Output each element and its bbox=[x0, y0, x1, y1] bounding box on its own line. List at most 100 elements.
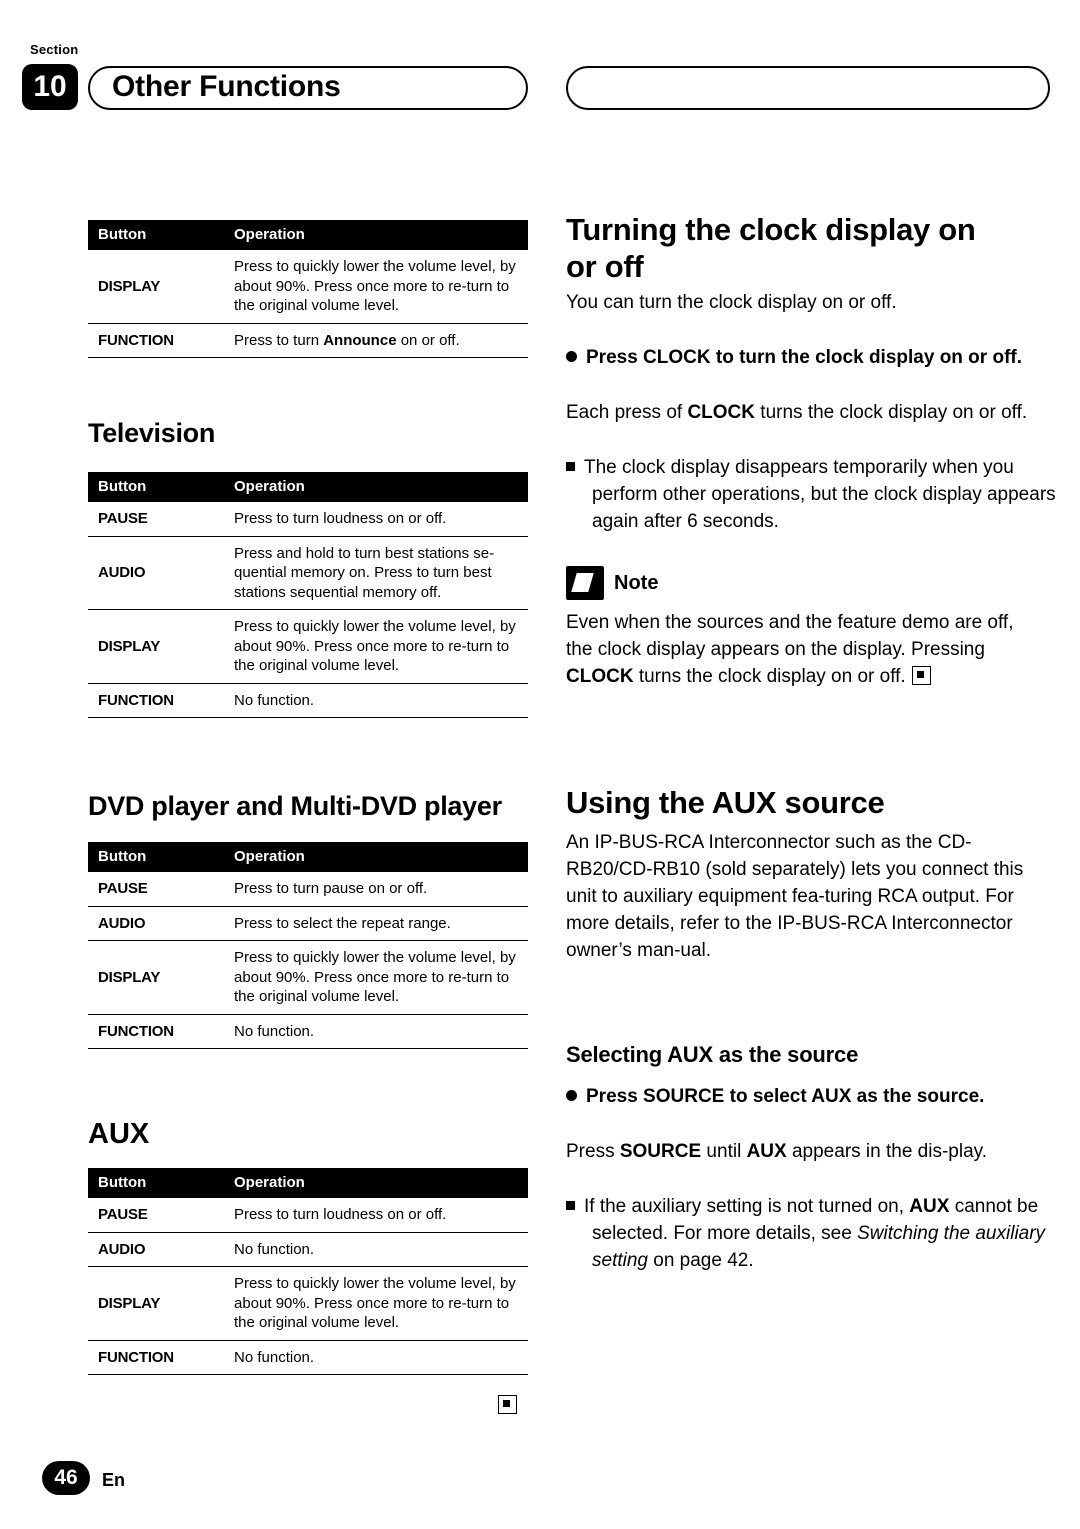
clock-body-text: Each press of CLOCK turns the clock disp… bbox=[566, 400, 1036, 427]
clock-bullet-text: Press CLOCK to turn the clock display on… bbox=[586, 347, 1022, 368]
table-row: FUNCTION Press to turn Announce on or of… bbox=[88, 323, 528, 358]
page-number-badge: 46 bbox=[42, 1461, 90, 1495]
aux-line-pre: Press bbox=[566, 1141, 620, 1162]
column-header-button: Button bbox=[88, 842, 224, 872]
cell-operation: Press to quickly lower the volume level,… bbox=[224, 1266, 528, 1341]
note-body-text: Even when the sources and the feature de… bbox=[566, 610, 1036, 691]
square-bullet-icon bbox=[566, 1201, 575, 1210]
table-aux: Button Operation PAUSE Press to turn lou… bbox=[88, 1168, 528, 1375]
table-television: Button Operation PAUSE Press to turn lou… bbox=[88, 472, 528, 718]
clock-bullet-instruction: Press CLOCK to turn the clock display on… bbox=[566, 345, 1026, 371]
aux-line-bold-aux: AUX bbox=[746, 1141, 787, 1162]
table-row: AUDIO Press to select the repeat range. bbox=[88, 906, 528, 941]
cell-operation: Press to turn Announce on or off. bbox=[224, 323, 528, 358]
note-label: Note bbox=[614, 571, 659, 594]
column-header-button: Button bbox=[88, 1168, 224, 1198]
cell-operation: Press to quickly lower the volume level,… bbox=[224, 609, 528, 684]
aux-press-source-line: Press SOURCE until AUX appears in the di… bbox=[566, 1139, 1036, 1166]
page-title: Other Functions bbox=[112, 70, 341, 103]
table-row: DISPLAY Press to quickly lower the volum… bbox=[88, 940, 528, 1015]
cell-operation: Press to turn pause on or off. bbox=[224, 872, 528, 907]
cell-operation: Press to quickly lower the volume level,… bbox=[224, 940, 528, 1015]
heading-dvd-player: DVD player and Multi-DVD player bbox=[88, 791, 502, 821]
cell-operation: No function. bbox=[224, 683, 528, 718]
aux-line-post: appears in the dis-play. bbox=[786, 1141, 988, 1162]
aux-bullet-instruction: Press SOURCE to select AUX as the source… bbox=[566, 1084, 1036, 1110]
cell-button: FUNCTION bbox=[88, 683, 224, 718]
aux-sq-pre: If the auxiliary setting is not turned o… bbox=[584, 1196, 910, 1217]
clock-intro-text: You can turn the clock display on or off… bbox=[566, 292, 897, 313]
table-header-row: Button Operation bbox=[88, 472, 528, 502]
cell-button: DISPLAY bbox=[88, 1266, 224, 1341]
table-row: FUNCTION No function. bbox=[88, 1340, 528, 1375]
heading-turning-clock-display: Turning the clock display on or off bbox=[566, 212, 976, 284]
section-end-mark bbox=[498, 1395, 517, 1414]
cell-operation: Press to quickly lower the volume level,… bbox=[224, 250, 528, 324]
note-callout: Note bbox=[566, 566, 658, 600]
cell-button: PAUSE bbox=[88, 872, 224, 907]
table-dvd-player: Button Operation PAUSE Press to turn pau… bbox=[88, 842, 528, 1049]
cell-operation: Press to select the repeat range. bbox=[224, 906, 528, 941]
cell-operation: No function. bbox=[224, 1340, 528, 1375]
clock-square-note: The clock display disappears temporarily… bbox=[566, 455, 1062, 536]
cell-button: AUDIO bbox=[88, 536, 224, 610]
cell-button: AUDIO bbox=[88, 906, 224, 941]
table-row: DISPLAY Press to quickly lower the volum… bbox=[88, 1266, 528, 1341]
column-header-button: Button bbox=[88, 220, 224, 250]
table-row: AUDIO No function. bbox=[88, 1232, 528, 1267]
column-header-operation: Operation bbox=[224, 842, 528, 872]
cell-button: DISPLAY bbox=[88, 250, 224, 324]
table-row: PAUSE Press to turn pause on or off. bbox=[88, 872, 528, 907]
column-header-operation: Operation bbox=[224, 220, 528, 250]
clock-square-note-text: The clock display disappears temporarily… bbox=[584, 457, 1056, 532]
note-body-post: turns the clock display on or off. bbox=[633, 665, 906, 687]
cell-button: PAUSE bbox=[88, 1198, 224, 1233]
column-header-operation: Operation bbox=[224, 472, 528, 502]
table-row: FUNCTION No function. bbox=[88, 683, 528, 718]
cell-operation: No function. bbox=[224, 1014, 528, 1049]
operation-text-post: on or off. bbox=[396, 331, 460, 349]
table-header-row: Button Operation bbox=[88, 1168, 528, 1198]
table-header-row: Button Operation bbox=[88, 842, 528, 872]
operation-text-pre: Press to turn bbox=[234, 331, 324, 349]
bullet-dot-icon bbox=[566, 351, 577, 362]
column-header-button: Button bbox=[88, 472, 224, 502]
aux-sq-post: on page 42. bbox=[647, 1249, 754, 1271]
page-language: En bbox=[102, 1470, 126, 1490]
table-row: AUDIO Press and hold to turn best statio… bbox=[88, 536, 528, 610]
section-label: Section bbox=[30, 42, 79, 57]
cell-button: DISPLAY bbox=[88, 940, 224, 1015]
operation-text-bold: Announce bbox=[323, 331, 397, 349]
aux-source-body: An IP-BUS-RCA Interconnector such as the… bbox=[566, 832, 1024, 961]
table-continued-operations: Button Operation DISPLAY Press to quickl… bbox=[88, 220, 528, 358]
cell-button: FUNCTION bbox=[88, 323, 224, 358]
cell-button: FUNCTION bbox=[88, 1014, 224, 1049]
section-number-badge: 10 bbox=[22, 64, 78, 110]
aux-line-mid: until bbox=[701, 1141, 747, 1162]
note-body-pre: Even when the sources and the feature de… bbox=[566, 612, 1014, 660]
note-pencil-icon bbox=[566, 566, 604, 600]
cell-operation: No function. bbox=[224, 1232, 528, 1267]
table-row: DISPLAY Press to quickly lower the volum… bbox=[88, 609, 528, 684]
clock-body-post: turns the clock display on or off. bbox=[755, 402, 1028, 423]
header-pill-right bbox=[566, 66, 1050, 110]
table-row: PAUSE Press to turn loudness on or off. bbox=[88, 1198, 528, 1233]
clock-body-pre: Each press of bbox=[566, 402, 688, 423]
table-row: PAUSE Press to turn loudness on or off. bbox=[88, 502, 528, 537]
note-body-bold: CLOCK bbox=[566, 665, 634, 687]
cell-button: PAUSE bbox=[88, 502, 224, 537]
aux-bullet-text: Press SOURCE to select AUX as the source… bbox=[586, 1086, 985, 1107]
aux-square-note: If the auxiliary setting is not turned o… bbox=[566, 1194, 1062, 1275]
cell-button: DISPLAY bbox=[88, 609, 224, 684]
square-bullet-icon bbox=[566, 462, 575, 471]
aux-line-bold-source: SOURCE bbox=[619, 1141, 702, 1162]
cell-operation: Press to turn loudness on or off. bbox=[224, 502, 528, 537]
bullet-dot-icon bbox=[566, 1090, 577, 1101]
table-header-row: Button Operation bbox=[88, 220, 528, 250]
cell-operation: Press and hold to turn best stations se-… bbox=[224, 536, 528, 610]
clock-body-bold: CLOCK bbox=[687, 402, 756, 423]
cell-button: FUNCTION bbox=[88, 1340, 224, 1375]
table-row: DISPLAY Press to quickly lower the volum… bbox=[88, 250, 528, 324]
heading-television: Television bbox=[88, 418, 216, 448]
cell-button: AUDIO bbox=[88, 1232, 224, 1267]
